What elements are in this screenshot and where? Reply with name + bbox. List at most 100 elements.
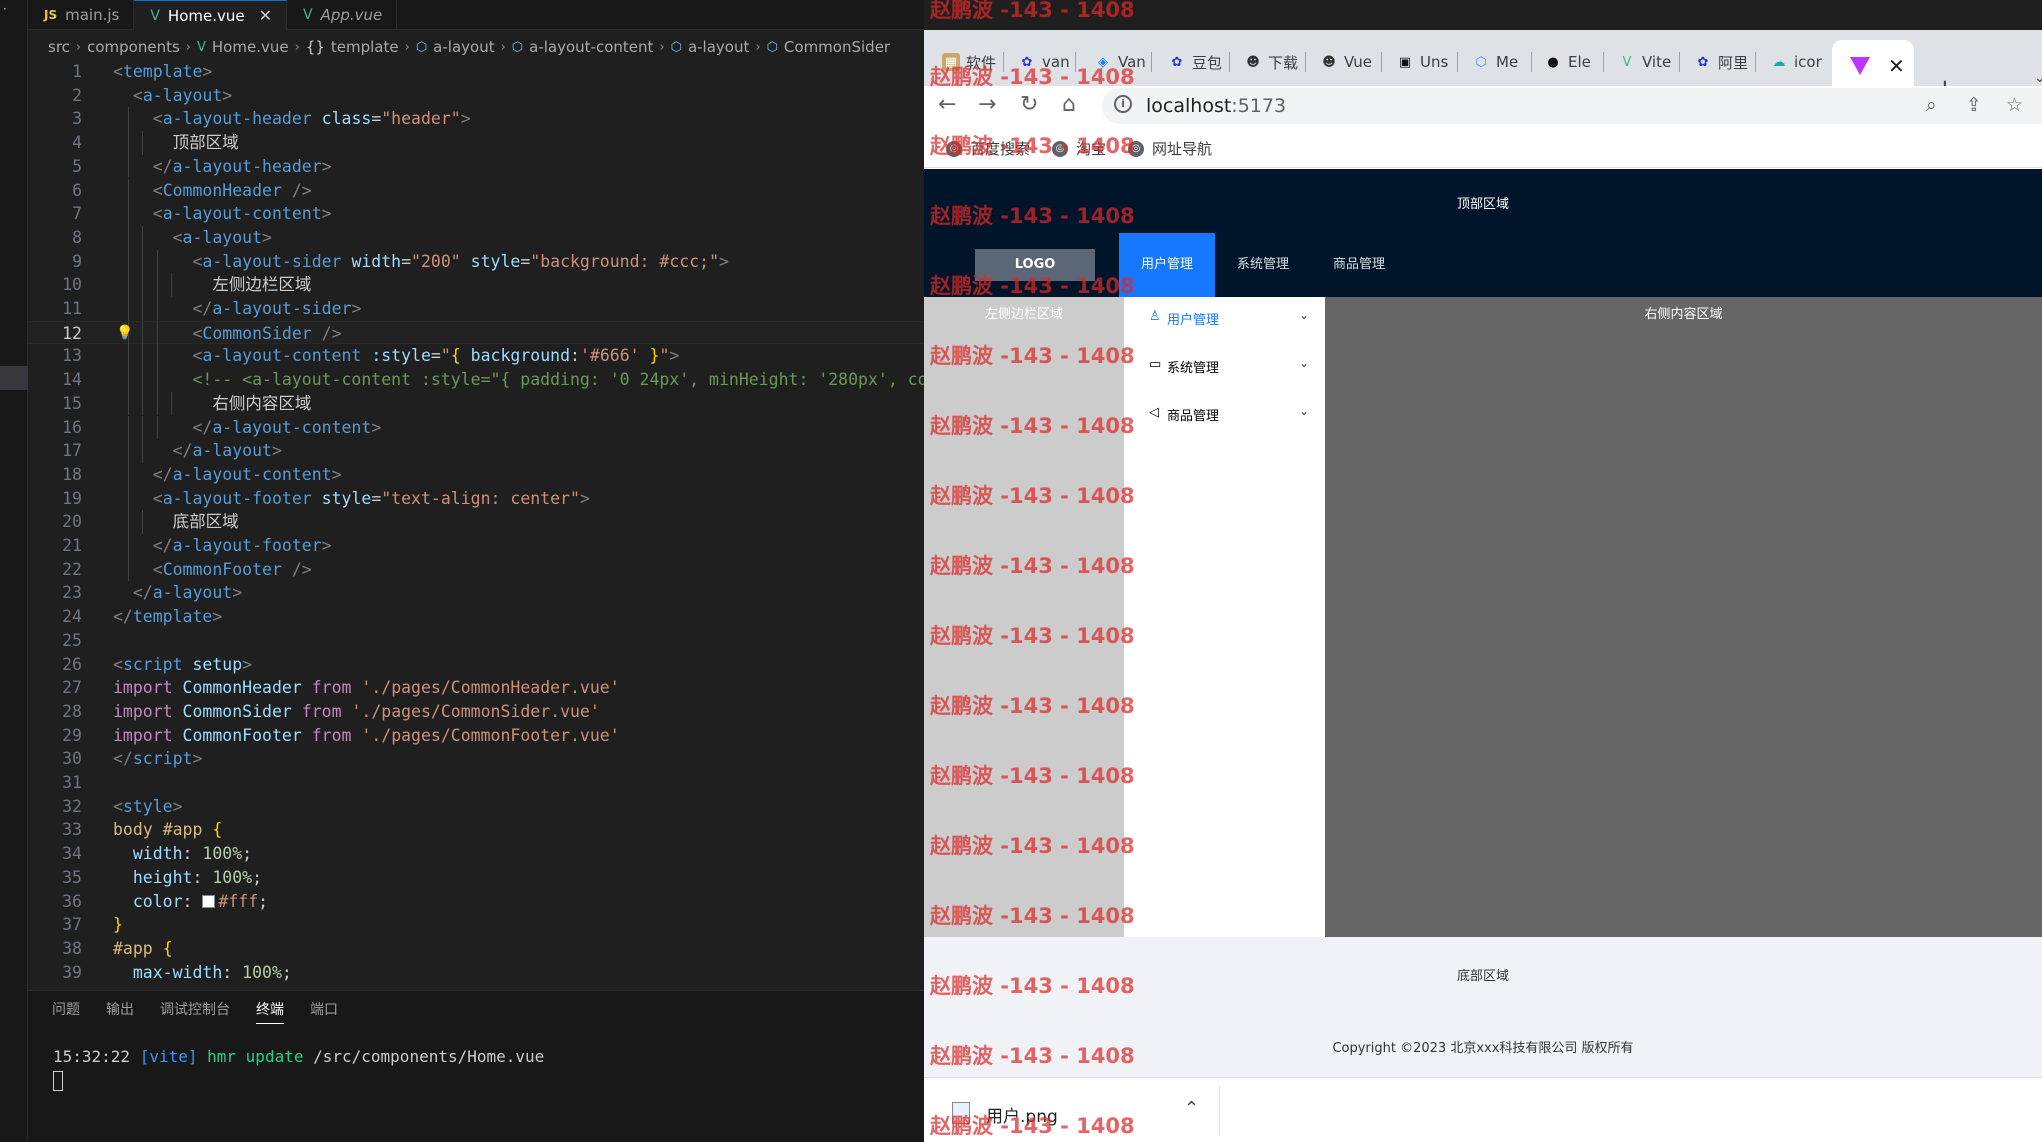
browser-tab[interactable]: ▣ Uns [1396,48,1458,76]
code-line[interactable]: 38 #app { [28,937,924,961]
panel-tab-debug-console[interactable]: 调试控制台 [160,999,230,1024]
top-menu-system[interactable]: 系统管理 [1215,233,1311,297]
browser-tab[interactable]: V Vite [1618,48,1680,76]
code-line[interactable]: 18 </a-layout-content> [28,462,924,487]
download-filename[interactable]: 用户.png [986,1102,1058,1127]
code-line[interactable]: 26 <script setup> [28,653,924,677]
code-line[interactable]: 19 <a-layout-footer style="text-align: c… [28,486,924,511]
forward-icon[interactable]: → [978,92,996,117]
code-line[interactable]: 6 <CommonHeader /> [28,178,924,203]
bookmark-baidu[interactable]: ◎ 百度搜索 [946,138,1030,159]
browser-tab[interactable]: ✿ 阿里 [1694,48,1756,76]
bookmark-nav[interactable]: ◎ 网址导航 [1128,138,1212,159]
browser-toolbar: ← → ↻ ⌂ i localhost:5173 ⌕ ⇪ ☆ [924,86,2042,126]
code-line[interactable]: 14 <!-- <a-layout-content :style="{ padd… [28,368,924,392]
browser-tab[interactable]: ▦ 软件 [942,48,1004,76]
code-text: </script> [113,749,203,769]
code-text: <CommonFooter /> [152,559,312,579]
code-line[interactable]: 27 import CommonHeader from './pages/Comm… [28,676,924,700]
breadcrumb-item[interactable]: CommonSider [784,38,890,56]
home-icon[interactable]: ⌂ [1062,92,1076,117]
zoom-icon[interactable]: ⌕ [1926,94,1937,116]
browser-tab[interactable]: ☁ icor [1770,48,1830,76]
terminal-output[interactable]: 15:32:22 [vite] hmr update /src/componen… [53,1047,544,1066]
code-line[interactable]: 35 height: 100%; [28,866,924,890]
browser-tab[interactable]: ✿ 豆包 [1168,48,1230,76]
code-line[interactable]: 30 </script> [28,747,924,771]
browser-tab[interactable]: ☻ Vue [1320,48,1382,76]
code-line[interactable]: 33 body #app { [28,818,924,842]
side-menu-system[interactable]: ▭ 系统管理 ⌄ [1125,345,1325,385]
code-line[interactable]: 5 </a-layout-header> [28,154,924,179]
bookmark-star-icon[interactable]: ☆ [2006,94,2023,116]
code-line[interactable]: 36 color: #fff; [28,890,924,914]
breadcrumb-item[interactable]: a-layout [688,38,749,56]
line-number: 6 [72,180,82,200]
code-line[interactable]: 17 </a-layout> [28,439,924,463]
chevron-right-icon: › [755,39,761,55]
panel-tab-problems[interactable]: 问题 [52,999,80,1024]
code-line[interactable]: 25 [28,629,924,653]
close-icon[interactable]: ✕ [1888,54,1905,78]
code-line[interactable]: 3 <a-layout-header class="header"> [28,107,924,132]
code-line[interactable]: 7 <a-layout-content> [28,202,924,226]
code-line[interactable]: 29 import CommonFooter from './pages/Comm… [28,724,924,748]
top-menu-users[interactable]: 用户管理 [1119,233,1215,297]
code-line[interactable]: 23 </a-layout> [28,581,924,605]
code-line[interactable]: 4 顶部区域 [28,131,924,155]
top-menu-products[interactable]: 商品管理 [1311,233,1407,297]
code-line[interactable]: 16 </a-layout-content> [28,415,924,440]
info-icon[interactable]: i [1114,95,1132,113]
code-line[interactable]: 22 <CommonFooter /> [28,557,924,582]
breadcrumb-item[interactable]: template [331,38,399,56]
code-line[interactable]: 15 右侧内容区域 [28,391,924,416]
breadcrumb-item[interactable]: components [87,38,180,56]
tab-home-vue[interactable]: V Home.vue ✕ [134,0,288,30]
code-line[interactable]: 1 <template> [28,60,924,84]
panel-tab-output[interactable]: 输出 [106,999,134,1024]
close-icon[interactable]: ✕ [259,6,272,25]
code-line[interactable]: 12 💡 <CommonSider /> [28,320,924,346]
code-line[interactable]: 11 </a-layout-sider> [28,297,924,321]
panel-tab-terminal[interactable]: 终端 [256,999,284,1024]
browser-tab[interactable]: ☻ 下载 [1244,48,1306,76]
activity-active-indicator[interactable] [0,366,28,390]
code-line[interactable]: 8 <a-layout> [28,225,924,250]
code-line[interactable]: 13 <a-layout-content :style="{ backgroun… [28,344,924,369]
code-line[interactable]: 32 <style> [28,795,924,819]
tab-app-vue[interactable]: V App.vue [287,0,398,30]
menu-dot-icon[interactable]: · [3,2,7,16]
code-line[interactable]: 2 <a-layout> [28,84,924,108]
breadcrumb-item[interactable]: Home.vue [212,38,289,56]
code-line[interactable]: 21 </a-layout-footer> [28,534,924,558]
breadcrumb-item[interactable]: a-layout [433,38,494,56]
breadcrumb-item[interactable]: a-layout-content [529,38,653,56]
code-editor[interactable]: 1 <template> 2 <a-layout> 3 <a-layout-heade… [28,60,924,990]
code-line[interactable]: 10 左侧边栏区域 [28,273,924,297]
code-line[interactable]: 9 <a-layout-sider width="200" style="bac… [28,249,924,274]
browser-tab[interactable]: ⬡ Me [1472,48,1532,76]
breadcrumb-item[interactable]: src [48,38,70,56]
reload-icon[interactable]: ↻ [1020,92,1038,117]
code-line[interactable]: 37} [28,913,924,937]
code-line[interactable]: 24 </template> [28,605,924,629]
address-bar[interactable]: i localhost:5173 ⌕ ⇪ ☆ [1102,88,2042,124]
code-line[interactable]: 20 底部区域 [28,510,924,534]
browser-tab[interactable]: ◈ Van [1094,48,1152,76]
bookmark-taobao[interactable]: ◎ 淘宝 [1052,138,1106,159]
side-menu-users[interactable]: ♙ 用户管理 ⌄ [1125,297,1325,337]
tab-main-js[interactable]: JS main.js [28,0,135,30]
code-line[interactable]: 39 max-width: 100%; [28,961,924,985]
code-line[interactable]: 34 width: 100%; [28,842,924,866]
browser-tab[interactable]: ✿ van [1018,48,1076,76]
back-icon[interactable]: ← [938,92,956,117]
browser-tab[interactable]: ● Ele [1544,48,1604,76]
code-line[interactable]: 31 [28,771,924,795]
side-menu-products[interactable]: ◁ 商品管理 ⌄ [1125,393,1325,433]
panel-tab-ports[interactable]: 端口 [310,999,338,1024]
code-text: <a-layout-content> [152,204,332,224]
chevron-down-icon[interactable]: ⌄ [2034,70,2042,86]
code-line[interactable]: 28 import CommonSider from './pages/Commo… [28,700,924,724]
share-icon[interactable]: ⇪ [1966,94,1982,116]
chevron-up-icon[interactable]: ⌃ [1184,1098,1199,1119]
